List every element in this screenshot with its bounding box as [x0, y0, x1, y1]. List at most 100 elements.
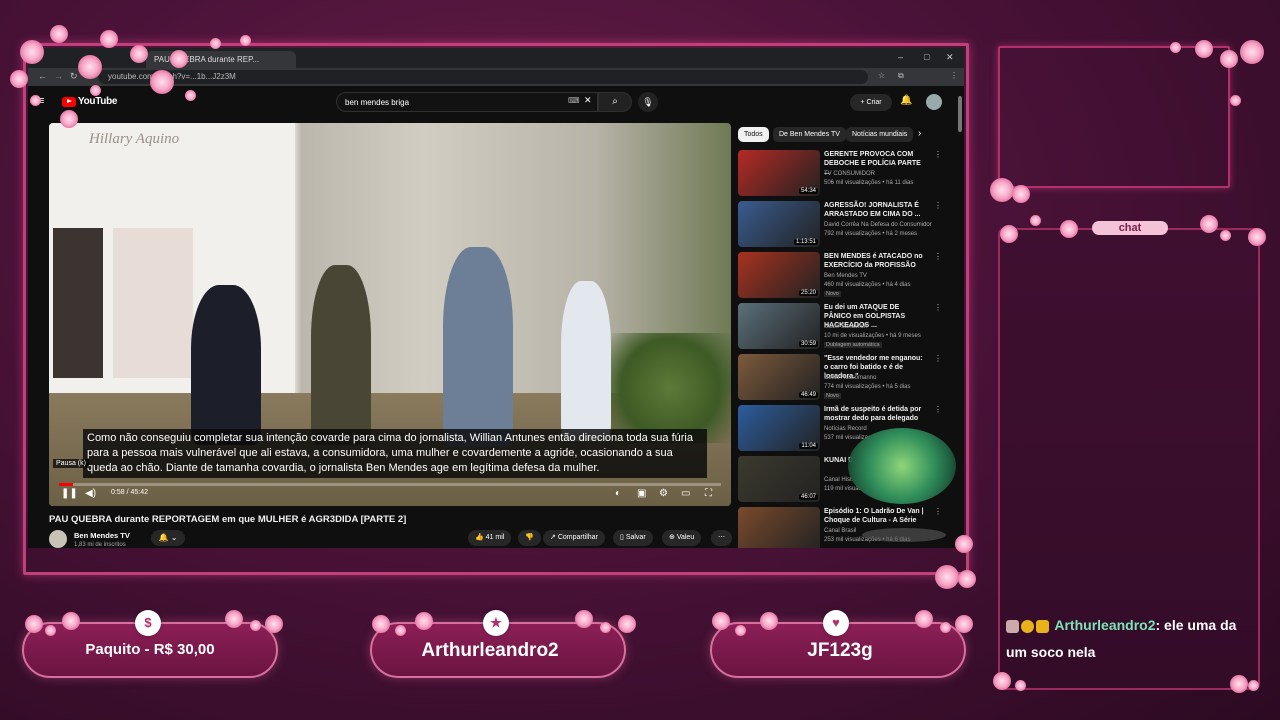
blossom-icon — [415, 612, 433, 630]
voice-search-button[interactable]: 🎙 — [638, 92, 658, 112]
more-options-icon[interactable]: ⋮ — [934, 252, 942, 261]
save-button[interactable]: ▯ Salvar — [613, 530, 653, 546]
video-player[interactable]: Hillary Aquino Como não conseguiu comple… — [49, 123, 731, 506]
time-display: 0:58 / 45:42 — [111, 489, 148, 496]
more-options-icon[interactable]: ⋮ — [934, 405, 942, 414]
volume-icon[interactable]: ◀) — [85, 488, 96, 499]
chip-all[interactable]: Todos — [738, 127, 769, 142]
person-figure — [443, 247, 513, 447]
address-input[interactable]: youtube.com/watch?v=...1b...J2z3M — [98, 70, 868, 84]
blossom-icon — [760, 612, 778, 630]
search-icon: ⌕ — [612, 96, 618, 107]
channel-avatar[interactable] — [49, 530, 67, 548]
recommended-video[interactable]: 30:59 Eu dei um ATAQUE DE PÂNICO em GOLPI… — [738, 303, 948, 353]
fullscreen-icon[interactable]: ⛶ — [705, 488, 712, 499]
more-actions-button[interactable]: ⋯ — [711, 530, 732, 546]
user-badge-icon — [1006, 619, 1019, 633]
chat-username: Arthurleandro2 — [1054, 617, 1156, 633]
search-button[interactable]: ⌕ — [598, 92, 632, 112]
share-label: Compartilhar — [557, 534, 598, 541]
person-figure — [311, 265, 371, 445]
blossom-icon — [100, 30, 118, 48]
video-scene-bushes — [609, 333, 731, 443]
scrollbar[interactable] — [958, 96, 962, 132]
blossom-icon — [170, 50, 188, 68]
blossom-icon — [958, 570, 976, 588]
blossom-icon — [575, 610, 593, 628]
recommended-video[interactable]: 1:13:51 AGRESSÃO! JORNALISTA É ARRASTADO … — [738, 201, 948, 251]
blossom-icon — [62, 612, 80, 630]
pause-tooltip: Pausa (k) — [53, 459, 89, 468]
recommended-video[interactable]: 25:20 BEN MENDES é ATACADO no EXERCÍCIO d… — [738, 252, 948, 302]
recommended-video[interactable]: 46:49 "Esse vendedor me enganou: o carro … — [738, 354, 948, 404]
more-icon: ⋯ — [718, 534, 725, 541]
like-button[interactable]: 👍 41 mil — [468, 530, 512, 546]
subscriber-count: 1,83 mi de inscritos — [74, 542, 126, 548]
more-options-icon[interactable]: ⋮ — [934, 354, 942, 363]
progress-bar[interactable] — [59, 483, 721, 486]
video-thumbnail[interactable]: 46:07 — [738, 456, 820, 502]
forward-icon[interactable]: → — [54, 71, 63, 81]
share-button[interactable]: ↗ Compartilhar — [543, 530, 605, 546]
video-thumbnail[interactable]: 30:59 — [738, 303, 820, 349]
more-options-icon[interactable]: ⋮ — [934, 303, 942, 312]
channel-name: Scam Sandwich — [824, 324, 868, 330]
youtube-logo[interactable]: YouTube — [62, 96, 118, 107]
bookmark-star-icon[interactable]: ☆ — [878, 71, 885, 80]
reload-icon[interactable]: ↻ — [70, 71, 78, 82]
keyboard-icon[interactable]: ⌨ — [568, 96, 580, 105]
more-options-icon[interactable]: ⋮ — [934, 507, 942, 516]
video-thumbnail[interactable] — [738, 507, 820, 548]
back-icon[interactable]: ← — [38, 71, 47, 81]
blossom-icon — [30, 95, 41, 106]
clear-search-icon[interactable]: ✕ — [584, 95, 592, 106]
video-thumbnail[interactable]: 54:34 — [738, 150, 820, 196]
blossom-icon — [1230, 95, 1241, 106]
video-thumbnail[interactable]: 46:49 — [738, 354, 820, 400]
video-duration: 46:49 — [798, 392, 818, 398]
video-title: BEN MENDES é ATACADO no EXERCÍCIO da PRO… — [824, 253, 923, 269]
chip-from-channel[interactable]: De Ben Mendes TV — [773, 127, 846, 142]
recommended-video[interactable]: 54:34 GERENTE PROVOCA COM DEBOCHE E POLÍC… — [738, 150, 948, 200]
chip-world-news[interactable]: Notícias mundiais — [846, 127, 914, 142]
chevron-down-icon: ⌄ — [170, 533, 178, 542]
channel-name: Notícias Record — [824, 426, 867, 432]
video-thumbnail[interactable]: 25:20 — [738, 252, 820, 298]
blossom-icon — [25, 615, 43, 633]
microphone-icon: 🎙 — [642, 97, 654, 107]
extensions-icon[interactable]: ⧉ — [898, 71, 904, 81]
close-icon[interactable]: ✕ — [946, 52, 954, 63]
miniplayer-icon[interactable]: ▭ — [681, 488, 690, 499]
more-options-icon[interactable]: ⋮ — [934, 150, 942, 159]
video-thumbnail[interactable]: 11:04 — [738, 405, 820, 451]
dislike-button[interactable]: 👎 — [518, 530, 541, 546]
browser-tab[interactable]: PAU QUEBRA durante REP... — [146, 51, 296, 68]
video-title: Irmã de suspeito é detida por mostrar de… — [824, 406, 922, 422]
browser-menu-icon[interactable]: ⋮ — [950, 71, 958, 80]
chips-next-chevron-icon[interactable]: › — [918, 128, 921, 139]
browser-window: PAU QUEBRA durante REP... – □ ✕ ← → ↻ yo… — [28, 48, 964, 548]
search-input[interactable]: ben mendes briga — [336, 92, 598, 112]
more-options-icon[interactable]: ⋮ — [934, 201, 942, 210]
blossom-icon — [90, 85, 101, 96]
blossom-icon — [955, 535, 973, 553]
captions-icon[interactable]: ▣ — [637, 488, 646, 499]
store-logo-text: Hillary Aquino — [89, 131, 180, 147]
blossom-icon — [600, 622, 611, 633]
account-avatar[interactable] — [926, 94, 942, 110]
subscribe-bell-button[interactable]: 🔔 ⌄ — [151, 530, 185, 546]
settings-gear-icon[interactable]: ⚙ — [659, 488, 668, 499]
tier-badge-icon — [1021, 619, 1034, 633]
channel-name[interactable]: Ben Mendes TV — [74, 531, 130, 540]
video-thumbnail[interactable]: 1:13:51 — [738, 201, 820, 247]
minimize-icon[interactable]: – — [898, 52, 903, 62]
notifications-bell-icon[interactable]: 🔔 — [900, 95, 912, 106]
pause-icon[interactable]: ❚❚ — [61, 488, 78, 499]
thanks-button[interactable]: ⊕ Valeu — [662, 530, 702, 546]
blossom-icon — [915, 610, 933, 628]
maximize-icon[interactable]: □ — [924, 52, 929, 62]
store-window — [113, 228, 193, 378]
autoplay-toggle-icon[interactable]: ◐ — [615, 488, 621, 499]
tab-bar: PAU QUEBRA durante REP... – □ ✕ — [28, 48, 964, 68]
create-button[interactable]: + Criar — [850, 94, 892, 111]
